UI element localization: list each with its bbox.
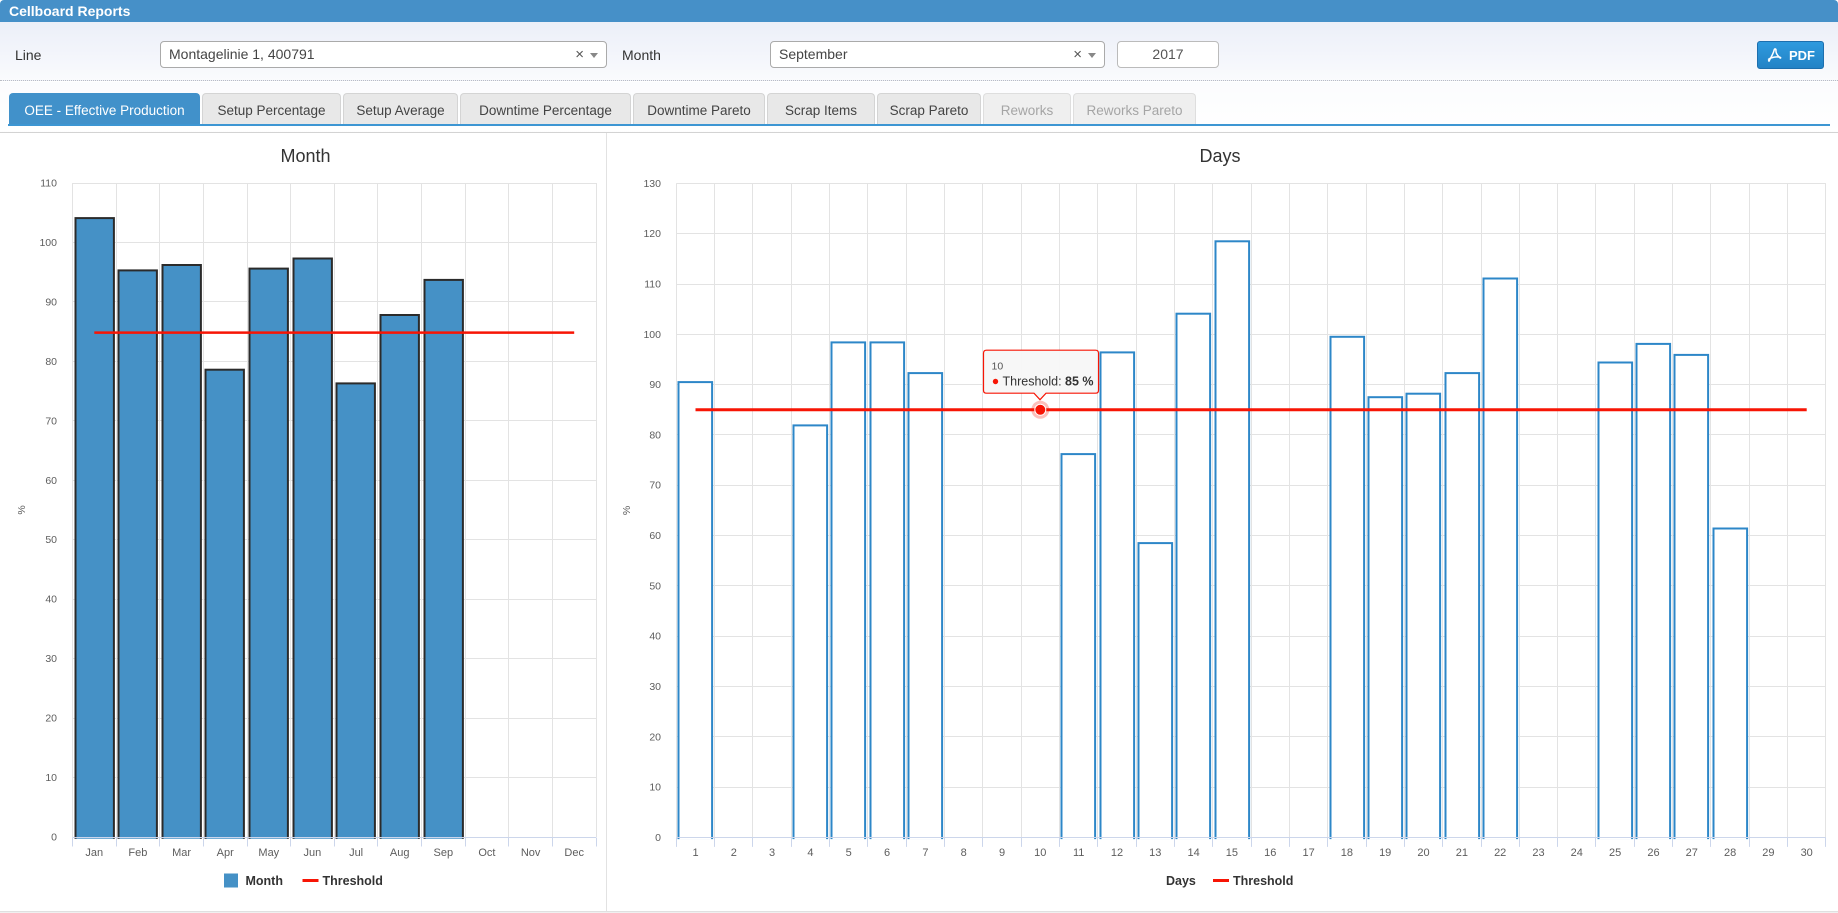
- svg-text:10: 10: [992, 361, 1004, 373]
- svg-text:0: 0: [655, 832, 661, 844]
- svg-text:18: 18: [1341, 847, 1353, 859]
- svg-text:Month: Month: [280, 146, 330, 166]
- svg-text:9: 9: [999, 847, 1005, 859]
- svg-text:19: 19: [1379, 847, 1391, 859]
- svg-text:90: 90: [649, 379, 661, 391]
- svg-text:14: 14: [1187, 847, 1199, 859]
- svg-text:Threshold: Threshold: [1233, 874, 1293, 888]
- svg-text:20: 20: [649, 731, 661, 743]
- svg-text:60: 60: [45, 475, 57, 487]
- svg-text:0: 0: [51, 832, 57, 844]
- svg-text:22: 22: [1494, 847, 1506, 859]
- svg-text:4: 4: [807, 847, 813, 859]
- svg-text:29: 29: [1762, 847, 1774, 859]
- svg-text:Feb: Feb: [128, 847, 147, 859]
- svg-text:May: May: [258, 847, 279, 859]
- svg-text:%: %: [16, 505, 28, 514]
- svg-text:70: 70: [45, 415, 57, 427]
- svg-text:11: 11: [1073, 847, 1084, 859]
- svg-text:50: 50: [649, 580, 661, 592]
- svg-text:8: 8: [961, 847, 967, 859]
- svg-text:90: 90: [45, 296, 57, 308]
- svg-text:Jan: Jan: [85, 847, 103, 859]
- svg-text:130: 130: [643, 178, 661, 190]
- svg-text:Days: Days: [1199, 146, 1240, 166]
- svg-text:100: 100: [643, 329, 661, 341]
- svg-text:Sep: Sep: [434, 847, 454, 859]
- svg-text:80: 80: [649, 429, 661, 441]
- svg-text:26: 26: [1647, 847, 1659, 859]
- svg-text:Apr: Apr: [217, 847, 234, 859]
- svg-text:6: 6: [884, 847, 890, 859]
- svg-text:13: 13: [1149, 847, 1161, 859]
- svg-text:100: 100: [39, 237, 57, 249]
- svg-text:Aug: Aug: [390, 847, 410, 859]
- svg-text:1: 1: [692, 847, 698, 859]
- svg-text:Jul: Jul: [349, 847, 363, 859]
- svg-text:30: 30: [649, 681, 661, 693]
- svg-text:20: 20: [1417, 847, 1429, 859]
- svg-text:16: 16: [1264, 847, 1276, 859]
- svg-text:Threshold: Threshold: [323, 874, 383, 888]
- svg-text:Nov: Nov: [521, 847, 541, 859]
- svg-text:3: 3: [769, 847, 775, 859]
- svg-text:60: 60: [649, 530, 661, 542]
- svg-text:12: 12: [1111, 847, 1123, 859]
- svg-text:21: 21: [1456, 847, 1468, 859]
- svg-text:10: 10: [649, 782, 661, 794]
- svg-text:7: 7: [922, 847, 928, 859]
- svg-text:15: 15: [1226, 847, 1238, 859]
- svg-text:Month: Month: [246, 874, 283, 888]
- svg-text:10: 10: [1034, 847, 1046, 859]
- svg-text:Mar: Mar: [172, 847, 191, 859]
- svg-text:120: 120: [643, 228, 661, 240]
- svg-text:28: 28: [1724, 847, 1736, 859]
- svg-text:%: %: [621, 506, 633, 515]
- svg-text:Jun: Jun: [304, 847, 322, 859]
- svg-text:80: 80: [45, 356, 57, 368]
- svg-text:24: 24: [1571, 847, 1583, 859]
- svg-text:17: 17: [1302, 847, 1314, 859]
- svg-text:70: 70: [649, 480, 661, 492]
- svg-text:Days: Days: [1166, 874, 1196, 888]
- svg-text:5: 5: [846, 847, 852, 859]
- svg-text:2: 2: [731, 847, 737, 859]
- svg-text:50: 50: [45, 534, 57, 546]
- svg-text:40: 40: [649, 631, 661, 643]
- svg-text:27: 27: [1686, 847, 1698, 859]
- svg-text:Threshold: 85 %: Threshold: 85 %: [1003, 375, 1094, 389]
- svg-text:20: 20: [45, 713, 57, 725]
- svg-text:Oct: Oct: [478, 847, 495, 859]
- svg-text:30: 30: [1801, 847, 1813, 859]
- svg-text:Dec: Dec: [564, 847, 584, 859]
- svg-text:110: 110: [40, 178, 57, 190]
- svg-text:25: 25: [1609, 847, 1621, 859]
- svg-text:110: 110: [644, 279, 661, 291]
- svg-text:23: 23: [1532, 847, 1544, 859]
- svg-text:30: 30: [45, 653, 57, 665]
- svg-text:10: 10: [45, 772, 57, 784]
- svg-text:40: 40: [45, 594, 57, 606]
